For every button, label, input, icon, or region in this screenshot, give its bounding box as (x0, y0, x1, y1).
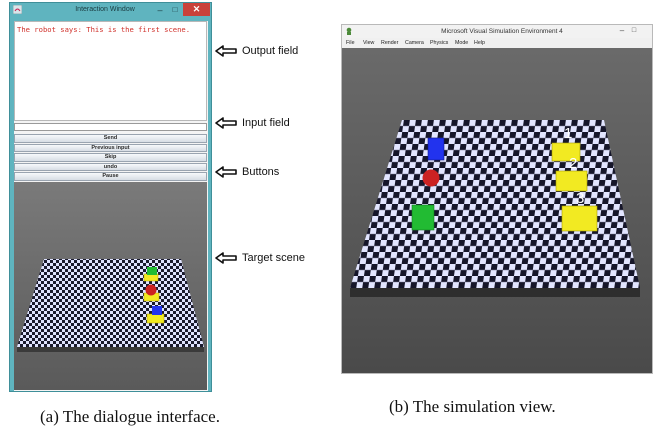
robot-app-icon (346, 27, 352, 35)
input-field[interactable] (14, 123, 207, 131)
red-ball (145, 284, 157, 296)
interaction-window-content: The robot says: This is the first scene.… (14, 21, 208, 391)
buttons-label: Buttons (242, 166, 280, 178)
menu-camera[interactable]: Camera (405, 39, 424, 47)
maximize-button[interactable]: □ (168, 4, 182, 16)
target-scene-label: Target scene (242, 252, 305, 264)
blue-block (152, 306, 162, 315)
caption-simulation-view: (b) The simulation view. (389, 397, 556, 416)
block-label-1: 1 (564, 125, 572, 142)
menu-file[interactable]: File (346, 39, 355, 47)
red-ball (422, 169, 440, 187)
maximize-button[interactable]: □ (629, 25, 639, 37)
menu-physics[interactable]: Physics (430, 39, 448, 47)
window-title: Interaction Window (75, 6, 135, 13)
left-arrow-icon (215, 252, 237, 264)
skip-button[interactable]: Skip (14, 153, 207, 162)
menu-mode[interactable]: Mode (455, 39, 468, 47)
left-arrow-icon (215, 166, 237, 178)
undo-button[interactable]: undo (14, 162, 207, 171)
block-label-3: 3 (576, 190, 584, 207)
interaction-window: Interaction Window – □ ✕ The robot says:… (9, 2, 212, 392)
blue-block (427, 137, 445, 161)
output-field-label: Output field (242, 45, 299, 57)
menu-view[interactable]: View (363, 39, 374, 47)
close-button[interactable]: ✕ (183, 3, 210, 16)
menu-render[interactable]: Render (381, 39, 398, 47)
target-scene-view (14, 182, 207, 390)
target-scene-render (14, 182, 207, 390)
simulation-scene-render: 1 2 3 (342, 48, 652, 373)
simulation-window: Microsoft Visual Simulation Environment … (341, 24, 653, 374)
yellow-block (143, 273, 159, 282)
window-title: Microsoft Visual Simulation Environment … (441, 28, 563, 35)
input-field-label: Input field (242, 117, 290, 129)
checkerboard-table (17, 259, 204, 347)
minimize-button[interactable]: – (153, 4, 167, 16)
yellow-block-2 (555, 170, 588, 192)
yellow-block (146, 313, 165, 324)
interaction-window-titlebar[interactable]: Interaction Window – □ ✕ (10, 3, 211, 17)
simulation-view[interactable]: 1 2 3 (342, 48, 652, 373)
menu-help[interactable]: Help (474, 39, 485, 47)
block-label-2: 2 (569, 155, 577, 172)
simulation-window-titlebar[interactable]: Microsoft Visual Simulation Environment … (342, 25, 652, 38)
left-arrow-icon (215, 117, 237, 129)
caption-dialogue-interface: (a) The dialogue interface. (40, 407, 220, 426)
green-block (147, 267, 157, 275)
java-app-icon (13, 5, 22, 14)
minimize-button[interactable]: – (617, 25, 627, 37)
output-field: The robot says: This is the first scene. (14, 21, 207, 121)
green-block (411, 204, 435, 231)
send-button[interactable]: Send (14, 134, 207, 143)
yellow-block-3 (561, 205, 598, 232)
pause-button[interactable]: Pause (14, 172, 207, 181)
left-arrow-icon (215, 45, 237, 57)
robot-output-text: The robot says: This is the first scene. (17, 25, 191, 34)
previous-input-button[interactable]: Previous input (14, 143, 207, 152)
